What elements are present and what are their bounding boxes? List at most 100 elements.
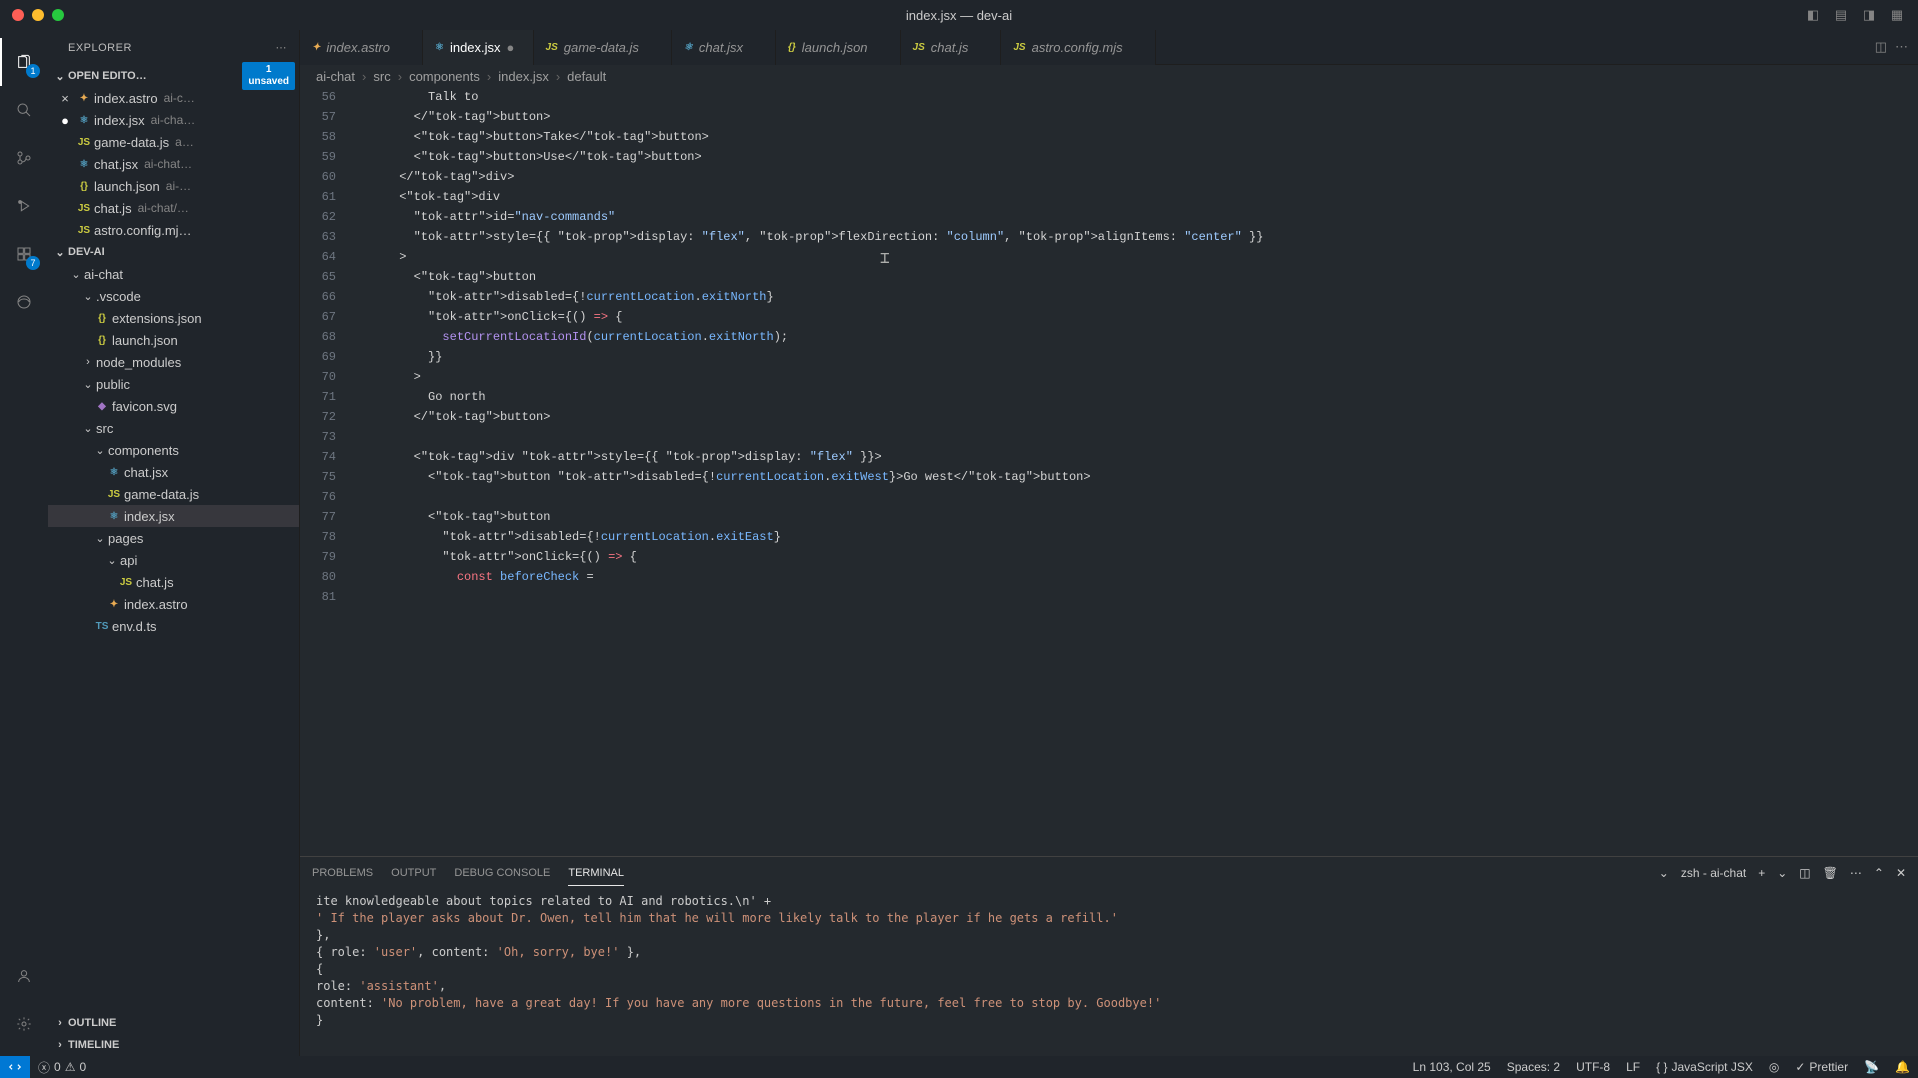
terminal-output[interactable]: ite knowledgeable about topics related t…	[300, 889, 1918, 1056]
outline-section[interactable]: › OUTLINE	[48, 1012, 299, 1034]
editor-tab[interactable]: JS game-data.js	[534, 30, 672, 65]
chevron-down-icon: ⌄	[92, 444, 108, 457]
status-eol[interactable]: LF	[1618, 1060, 1648, 1074]
dirty-dot-icon[interactable]: ●	[507, 40, 521, 55]
tree-item[interactable]: › node_modules	[48, 351, 299, 373]
code-editor[interactable]: 5657585960616263646566676869707172737475…	[300, 87, 1918, 856]
open-editor-item[interactable]: ● ⚛ index.jsx ai-cha…	[48, 109, 299, 131]
code-content[interactable]: Talk to </"tok-tag">button> <"tok-tag">b…	[356, 87, 1918, 856]
minimize-window-button[interactable]	[32, 9, 44, 21]
open-editor-item[interactable]: {} launch.json ai-…	[48, 175, 299, 197]
editor-tab[interactable]: ⚛ chat.jsx	[672, 30, 776, 65]
new-terminal-icon[interactable]: +	[1758, 866, 1765, 880]
tree-item[interactable]: {} extensions.json	[48, 307, 299, 329]
open-editor-item[interactable]: JS chat.js ai-chat/…	[48, 197, 299, 219]
activity-account[interactable]	[0, 952, 48, 1000]
status-copilot[interactable]: ◎	[1761, 1060, 1787, 1074]
toggle-panel-right-icon[interactable]: ◨	[1858, 4, 1880, 26]
editor-tab[interactable]: JS astro.config.mjs	[1001, 30, 1155, 65]
chevron-down-icon: ⌄	[92, 532, 108, 545]
tree-item[interactable]: ⌄ src	[48, 417, 299, 439]
open-editor-item[interactable]: JS astro.config.mj…	[48, 219, 299, 241]
customize-layout-icon[interactable]: ▦	[1886, 4, 1908, 26]
terminal-more-icon[interactable]: ⋯	[1850, 866, 1862, 880]
problems-tab[interactable]: PROBLEMS	[312, 861, 373, 885]
open-editor-item[interactable]: JS game-data.js a…	[48, 131, 299, 153]
titlebar-layout-controls: ◧ ▤ ◨ ▦	[1802, 4, 1918, 26]
tree-item[interactable]: ◆ favicon.svg	[48, 395, 299, 417]
tree-item[interactable]: ⚛ chat.jsx	[48, 461, 299, 483]
activity-search[interactable]	[0, 86, 48, 134]
tab-more-icon[interactable]: ⋯	[1895, 39, 1908, 55]
timeline-section[interactable]: › TIMELINE	[48, 1034, 299, 1056]
toggle-panel-bottom-icon[interactable]: ▤	[1830, 4, 1852, 26]
error-icon: ⓧ	[38, 1059, 50, 1076]
close-window-button[interactable]	[12, 9, 24, 21]
tree-item[interactable]: ⌄ api	[48, 549, 299, 571]
editor-tab[interactable]: JS chat.js	[901, 30, 1002, 65]
breadcrumb-segment[interactable]: src	[373, 69, 390, 84]
editor-tab[interactable]: ⚛ index.jsx ●	[423, 30, 534, 65]
open-editor-item[interactable]: × ✦ index.astro ai-c…	[48, 87, 299, 109]
tree-item[interactable]: TS env.d.ts	[48, 615, 299, 637]
close-panel-icon[interactable]: ✕	[1896, 866, 1906, 880]
sidebar-more-icon[interactable]: ⋯	[276, 41, 288, 54]
open-editors-section[interactable]: ⌄ OPEN EDITO… 1 unsaved	[48, 65, 299, 87]
close-icon[interactable]: ×	[56, 91, 74, 106]
status-language[interactable]: { } JavaScript JSX	[1648, 1060, 1761, 1074]
react-file-icon: ⚛	[435, 42, 444, 53]
json-file-icon: {}	[92, 313, 112, 324]
chevron-right-icon: ›	[362, 69, 366, 84]
breadcrumb-segment[interactable]: components	[409, 69, 480, 84]
split-editor-icon[interactable]: ◫	[1875, 39, 1887, 55]
status-spaces[interactable]: Spaces: 2	[1499, 1060, 1568, 1074]
chevron-down-icon: ⌄	[80, 290, 96, 303]
tree-item[interactable]: {} launch.json	[48, 329, 299, 351]
terminal-tab[interactable]: TERMINAL	[568, 861, 624, 886]
chevron-down-icon: ⌄	[52, 70, 68, 83]
remote-indicator[interactable]	[0, 1056, 30, 1078]
react-file-icon: ⚛	[74, 159, 94, 170]
status-encoding[interactable]: UTF-8	[1568, 1060, 1618, 1074]
activity-settings[interactable]	[0, 1000, 48, 1048]
tree-item[interactable]: JS game-data.js	[48, 483, 299, 505]
debug-console-tab[interactable]: DEBUG CONSOLE	[454, 861, 550, 885]
breadcrumb[interactable]: ai-chat›src›components›index.jsx›default	[300, 65, 1918, 87]
split-terminal-icon[interactable]: ◫	[1799, 866, 1810, 880]
json-file-icon: {}	[74, 181, 94, 192]
editor-tab[interactable]: {} launch.json	[776, 30, 901, 65]
status-bell[interactable]: 🔔	[1887, 1060, 1918, 1074]
activity-explorer[interactable]: 1	[0, 38, 48, 86]
tree-item[interactable]: ⌄ pages	[48, 527, 299, 549]
maximize-window-button[interactable]	[52, 9, 64, 21]
tree-item[interactable]: ⌄ ai-chat	[48, 263, 299, 285]
output-tab[interactable]: OUTPUT	[391, 861, 436, 885]
kill-terminal-icon[interactable]: 🗑	[1823, 866, 1838, 880]
activity-debug[interactable]	[0, 182, 48, 230]
status-errors[interactable]: ⓧ 0 ⚠ 0	[30, 1056, 94, 1078]
status-feedback[interactable]: 📡	[1856, 1060, 1887, 1074]
status-prettier[interactable]: ✓ Prettier	[1787, 1060, 1856, 1074]
breadcrumb-segment[interactable]: index.jsx	[498, 69, 549, 84]
tree-item[interactable]: JS chat.js	[48, 571, 299, 593]
tab-label: launch.json	[802, 40, 868, 55]
activity-source-control[interactable]	[0, 134, 48, 182]
tree-item[interactable]: ⚛ index.jsx	[48, 505, 299, 527]
status-line-col[interactable]: Ln 103, Col 25	[1405, 1060, 1499, 1074]
tree-item[interactable]: ⌄ public	[48, 373, 299, 395]
terminal-shell-label[interactable]: zsh - ai-chat	[1681, 866, 1746, 880]
open-editor-item[interactable]: ⚛ chat.jsx ai-chat…	[48, 153, 299, 175]
terminal-shell-icon[interactable]: ⌄	[1659, 866, 1669, 880]
tree-item[interactable]: ⌄ components	[48, 439, 299, 461]
breadcrumb-segment[interactable]: ai-chat	[316, 69, 355, 84]
terminal-dropdown-icon[interactable]: ⌄	[1777, 866, 1787, 880]
tree-item[interactable]: ⌄ .vscode	[48, 285, 299, 307]
activity-edge[interactable]	[0, 278, 48, 326]
maximize-panel-icon[interactable]: ⌃	[1874, 866, 1884, 880]
toggle-panel-left-icon[interactable]: ◧	[1802, 4, 1824, 26]
tree-item[interactable]: ✦ index.astro	[48, 593, 299, 615]
editor-tab[interactable]: ✦ index.astro	[300, 30, 423, 65]
activity-extensions[interactable]: 7	[0, 230, 48, 278]
breadcrumb-segment[interactable]: default	[567, 69, 606, 84]
project-section[interactable]: ⌄ DEV-AI	[48, 241, 299, 263]
